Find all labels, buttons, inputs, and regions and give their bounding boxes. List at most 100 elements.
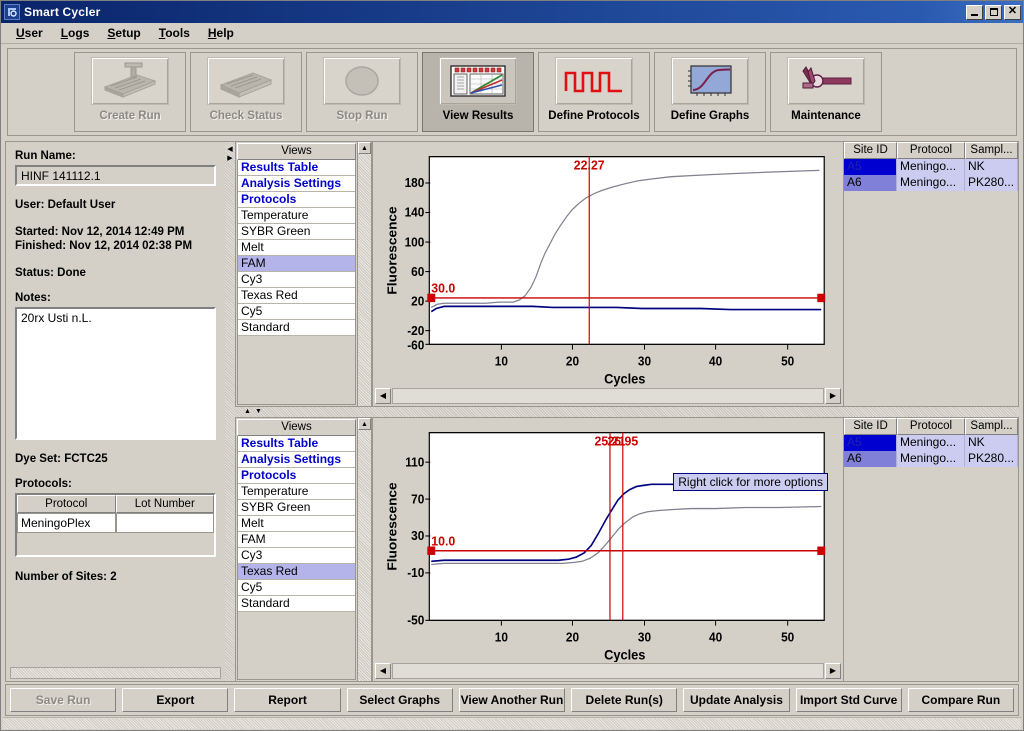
pane-splitter-up-icon[interactable]: ▲ bbox=[243, 408, 252, 415]
view-item-texas-red-bottom[interactable]: Texas Red bbox=[238, 563, 355, 580]
view-item-results-table-top[interactable]: Results Table bbox=[238, 160, 355, 176]
toolbar-stop-run-label: Stop Run bbox=[336, 110, 388, 122]
fam-scroll-left-icon[interactable]: ◀ bbox=[375, 387, 391, 404]
menu-bar: User Logs Setup Tools Help bbox=[1, 23, 1023, 44]
texas-red-scroll-right-icon[interactable]: ▶ bbox=[825, 663, 841, 679]
run-name-field[interactable]: HINF 141112.1 bbox=[15, 165, 216, 186]
svg-text:30: 30 bbox=[638, 630, 651, 644]
protocols-table: Protocol Lot Number MeningoPlex bbox=[15, 493, 216, 557]
views-scrollbar-top[interactable]: ▲ bbox=[358, 141, 372, 407]
svg-text:-20: -20 bbox=[407, 323, 424, 337]
view-item-fam-top[interactable]: FAM bbox=[238, 256, 355, 272]
view-item-temperature-bottom[interactable]: Temperature bbox=[238, 483, 355, 500]
site-col-sample-top[interactable]: Sampl... bbox=[965, 142, 1018, 159]
fam-scroll-right-icon[interactable]: ▶ bbox=[825, 387, 841, 404]
views-scroll-up-icon-top[interactable]: ▲ bbox=[358, 142, 371, 154]
report-button[interactable]: Report bbox=[234, 688, 341, 712]
pane-splitter-down-icon[interactable]: ▼ bbox=[254, 408, 263, 415]
protocols-col-lot[interactable]: Lot Number bbox=[115, 495, 214, 513]
pane-splitter[interactable]: ▲ ▼ bbox=[235, 406, 1019, 417]
maximize-button[interactable] bbox=[985, 4, 1002, 20]
view-item-cy3-bottom[interactable]: Cy3 bbox=[238, 547, 355, 564]
splitter-collapse-right-icon[interactable]: ▶ bbox=[226, 154, 234, 162]
view-item-melt-bottom[interactable]: Melt bbox=[238, 515, 355, 532]
site-col-site-id-top[interactable]: Site ID bbox=[844, 142, 897, 159]
site-col-site-id-bottom[interactable]: Site ID bbox=[844, 417, 897, 435]
compare-run-button[interactable]: Compare Run bbox=[907, 688, 1014, 712]
svg-text:Cycles: Cycles bbox=[604, 371, 645, 386]
toolbar-maintenance[interactable]: Maintenance bbox=[770, 52, 882, 132]
table-row[interactable]: A5 Meningo... NK bbox=[844, 434, 1018, 451]
view-item-texas-red-top[interactable]: Texas Red bbox=[238, 288, 355, 304]
import-std-curve-button[interactable]: Import Std Curve bbox=[795, 688, 902, 712]
export-button[interactable]: Export bbox=[122, 688, 229, 712]
protocols-col-protocol[interactable]: Protocol bbox=[17, 495, 116, 513]
notes-textarea[interactable]: 20rx Usti n.L. bbox=[15, 307, 216, 440]
window-title: Smart Cycler bbox=[24, 5, 101, 19]
splitter-collapse-left-icon[interactable]: ◀ bbox=[226, 145, 234, 153]
view-item-analysis-settings-top[interactable]: Analysis Settings bbox=[238, 176, 355, 192]
view-item-cy3-top[interactable]: Cy3 bbox=[238, 272, 355, 288]
growth-curve-icon bbox=[671, 57, 749, 105]
views-scroll-up-icon-bottom[interactable]: ▲ bbox=[358, 417, 371, 430]
texas-red-chart-hscrollbar[interactable]: ◀ ▶ bbox=[375, 663, 841, 679]
site-cell-protocol-a5-bottom: Meningo... bbox=[897, 434, 965, 451]
toolbar-define-graphs[interactable]: Define Graphs bbox=[654, 52, 766, 132]
protocols-label: Protocols: bbox=[15, 478, 72, 490]
view-item-cy5-bottom[interactable]: Cy5 bbox=[238, 579, 355, 596]
fam-amplification-chart[interactable]: 180 140 100 60 20 -20 -60 10 20 30 40 50… bbox=[375, 144, 841, 387]
view-item-temperature-top[interactable]: Temperature bbox=[238, 208, 355, 224]
toolbar-stop-run[interactable]: Stop Run bbox=[306, 52, 418, 132]
toolbar-create-run[interactable]: Create Run bbox=[74, 52, 186, 132]
menu-setup[interactable]: Setup bbox=[98, 24, 149, 42]
dye-set-line: Dye Set: FCTC25 bbox=[15, 453, 108, 465]
menu-user[interactable]: User bbox=[7, 24, 52, 42]
view-item-standard-bottom[interactable]: Standard bbox=[238, 595, 355, 612]
toolbar-define-protocols[interactable]: Define Protocols bbox=[538, 52, 650, 132]
view-another-run-button[interactable]: View Another Run bbox=[458, 688, 566, 712]
toolbar-view-results[interactable]: View Results bbox=[422, 52, 534, 132]
menu-tools[interactable]: Tools bbox=[150, 24, 199, 42]
view-item-protocols-top[interactable]: Protocols bbox=[238, 192, 355, 208]
view-item-fam-bottom[interactable]: FAM bbox=[238, 531, 355, 548]
view-item-analysis-settings-bottom[interactable]: Analysis Settings bbox=[238, 451, 355, 468]
left-splitter[interactable]: ◀ ▶ bbox=[225, 141, 235, 682]
svg-text:20: 20 bbox=[411, 294, 424, 308]
svg-text:30: 30 bbox=[411, 528, 424, 542]
site-col-protocol-bottom[interactable]: Protocol bbox=[897, 417, 965, 435]
view-item-sybr-green-top[interactable]: SYBR Green bbox=[238, 224, 355, 240]
view-item-results-table-bottom[interactable]: Results Table bbox=[238, 435, 355, 452]
delete-runs-button[interactable]: Delete Run(s) bbox=[571, 688, 678, 712]
view-item-melt-top[interactable]: Melt bbox=[238, 240, 355, 256]
fam-scroll-track[interactable] bbox=[392, 387, 824, 404]
view-item-standard-top[interactable]: Standard bbox=[238, 320, 355, 336]
table-row[interactable]: A5 Meningo... NK bbox=[844, 159, 1018, 175]
finished-line: Finished: Nov 12, 2014 02:38 PM bbox=[15, 240, 193, 252]
run-info-hscrollbar[interactable] bbox=[10, 667, 221, 679]
views-scrollbar-bottom[interactable]: ▲ bbox=[358, 416, 372, 682]
svg-text:Fluorescence: Fluorescence bbox=[385, 206, 399, 294]
menu-help[interactable]: Help bbox=[199, 24, 243, 42]
view-item-sybr-green-bottom[interactable]: SYBR Green bbox=[238, 499, 355, 516]
table-row[interactable]: MeningoPlex bbox=[17, 513, 214, 533]
views-header-bottom: Views bbox=[237, 418, 356, 436]
toolbar-check-status[interactable]: Check Status bbox=[190, 52, 302, 132]
update-analysis-button[interactable]: Update Analysis bbox=[683, 688, 790, 712]
table-row[interactable]: A6 Meningo... PK280... bbox=[844, 175, 1018, 191]
view-item-protocols-bottom[interactable]: Protocols bbox=[238, 467, 355, 484]
site-col-protocol-top[interactable]: Protocol bbox=[897, 142, 965, 159]
svg-text:40: 40 bbox=[709, 630, 722, 644]
texas-red-scroll-left-icon[interactable]: ◀ bbox=[375, 663, 391, 679]
save-run-button[interactable]: Save Run bbox=[10, 688, 117, 712]
table-row[interactable]: A6 Meningo... PK280... bbox=[844, 450, 1018, 467]
cycler-tray-icon bbox=[91, 57, 169, 105]
fam-chart-hscrollbar[interactable]: ◀ ▶ bbox=[375, 387, 841, 404]
minimize-button[interactable] bbox=[966, 4, 983, 20]
site-col-sample-bottom[interactable]: Sampl... bbox=[965, 417, 1018, 435]
menu-logs[interactable]: Logs bbox=[52, 24, 99, 42]
close-button[interactable]: ✕ bbox=[1004, 4, 1021, 20]
texas-red-scroll-track[interactable] bbox=[392, 663, 824, 679]
select-graphs-button[interactable]: Select Graphs bbox=[346, 688, 453, 712]
view-item-cy5-top[interactable]: Cy5 bbox=[238, 304, 355, 320]
texas-red-amplification-chart[interactable]: 110 70 30 -10 -50 10 20 30 40 50 Cycles … bbox=[375, 419, 841, 662]
